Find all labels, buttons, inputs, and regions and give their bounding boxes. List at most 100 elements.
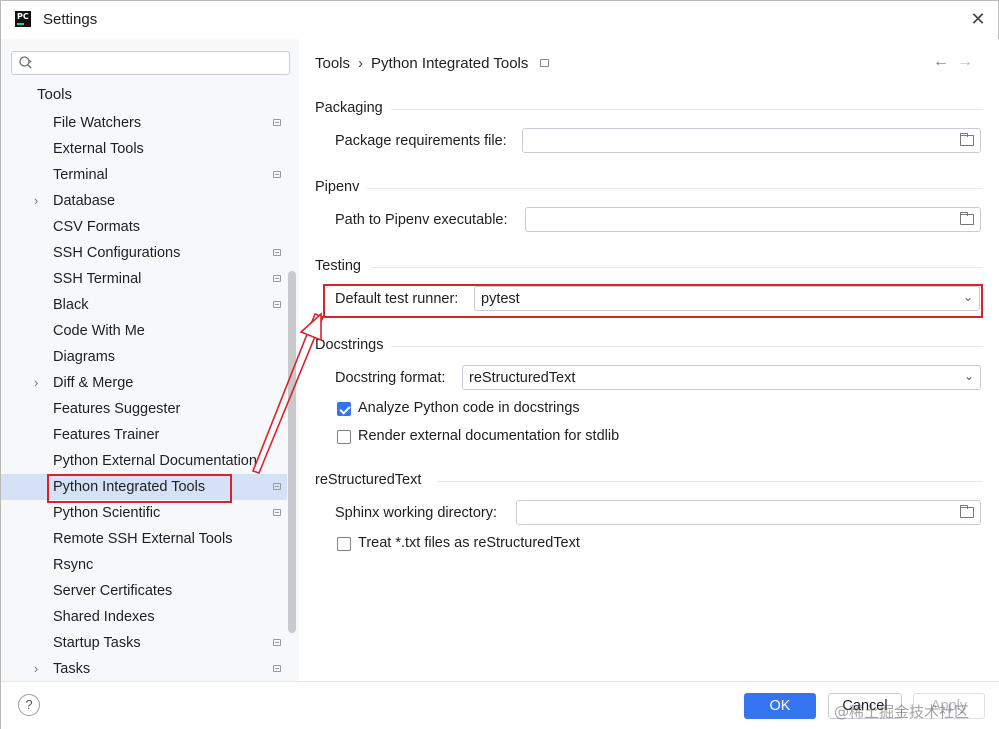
docstrings-section-title: Docstrings	[315, 337, 384, 353]
sidebar-item[interactable]: Code With Me	[1, 318, 287, 344]
sidebar-item-label: Startup Tasks	[53, 635, 141, 651]
project-scope-icon	[540, 59, 550, 67]
chevron-down-icon: ⌄	[962, 290, 973, 304]
pycharm-logo-icon: PC	[15, 11, 31, 27]
project-scope-icon	[273, 249, 281, 256]
render-stdlib-docs-checkbox[interactable]	[337, 430, 351, 444]
sidebar-item[interactable]: Shared Indexes	[1, 604, 287, 630]
sidebar-item[interactable]: Remote SSH External Tools	[1, 526, 287, 552]
sidebar-item-label: File Watchers	[53, 115, 142, 131]
sidebar-item[interactable]: SSH Configurations	[1, 240, 287, 266]
sidebar-item[interactable]: External Tools	[1, 136, 287, 162]
breadcrumb-current: Python Integrated Tools	[371, 55, 529, 72]
pipenv-path-field[interactable]	[525, 207, 981, 232]
settings-sidebar: Tools File Watchers External Tools Termina…	[1, 39, 299, 681]
project-scope-icon	[273, 171, 281, 178]
pipenv-path-label: Path to Pipenv executable:	[335, 212, 508, 228]
sidebar-item[interactable]: Features Trainer	[1, 422, 287, 448]
sidebar-item[interactable]: Startup Tasks	[1, 630, 287, 656]
breadcrumb-parent[interactable]: Tools	[315, 55, 350, 72]
project-scope-icon	[273, 509, 281, 516]
breadcrumb: Tools › Python Integrated Tools	[315, 55, 550, 72]
sidebar-item[interactable]: Black	[1, 292, 287, 318]
sphinx-directory-label: Sphinx working directory:	[335, 505, 497, 521]
title-bar: PC Settings ✕	[1, 1, 998, 39]
sidebar-item-label: Shared Indexes	[53, 609, 155, 625]
sidebar-item-label: Diagrams	[53, 349, 116, 365]
close-icon[interactable]: ✕	[968, 9, 988, 29]
sidebar-item-label: SSH Terminal	[53, 271, 142, 287]
package-requirements-field[interactable]	[522, 128, 981, 153]
navigation-arrows: ← →	[929, 53, 977, 71]
package-requirements-label: Package requirements file:	[335, 133, 507, 149]
sidebar-item-label: SSH Configurations	[53, 245, 181, 261]
sidebar-item[interactable]: › Diff & Merge	[1, 370, 287, 396]
window-title: Settings	[43, 11, 98, 28]
sidebar-item-label: Python Scientific	[53, 505, 161, 521]
project-scope-icon	[273, 483, 281, 490]
docstrings-divider	[391, 346, 983, 347]
restructuredtext-section-title: reStructuredText	[315, 472, 422, 488]
tree-root-tools[interactable]: Tools	[37, 86, 72, 103]
chevron-right-icon[interactable]: ›	[34, 370, 46, 396]
sidebar-item-label: Server Certificates	[53, 583, 173, 599]
sidebar-item[interactable]: Python External Documentation	[1, 448, 287, 474]
watermark: @稀土掘金技术社区	[834, 703, 970, 721]
folder-icon[interactable]	[960, 133, 974, 146]
packaging-divider	[391, 109, 983, 110]
sidebar-item-label: Diff & Merge	[53, 375, 134, 391]
settings-content: Tools › Python Integrated Tools ← → Packagi…	[299, 39, 999, 681]
chevron-down-icon: ⌄	[963, 369, 974, 383]
sidebar-item[interactable]: Server Certificates	[1, 578, 287, 604]
sidebar-item[interactable]: › Tasks	[1, 656, 287, 682]
search-input-box[interactable]	[11, 51, 290, 75]
settings-window: PC Settings ✕ Tools File Watchers Externa…	[0, 0, 999, 729]
docstring-format-dropdown[interactable]: reStructuredText ⌄	[462, 365, 981, 390]
test-runner-dropdown[interactable]: pytest ⌄	[474, 286, 980, 311]
sidebar-item-label: Terminal	[53, 167, 108, 183]
project-scope-icon	[273, 119, 281, 126]
folder-icon[interactable]	[960, 212, 974, 225]
project-scope-icon	[273, 275, 281, 282]
sidebar-item[interactable]: Python Scientific	[1, 500, 287, 526]
sidebar-item[interactable]: Rsync	[1, 552, 287, 578]
project-scope-icon	[273, 665, 281, 672]
help-icon[interactable]: ?	[18, 694, 40, 716]
back-arrow-icon[interactable]: ←	[929, 53, 953, 71]
search-icon	[19, 56, 32, 69]
sidebar-scrollbar[interactable]	[288, 271, 296, 633]
chevron-right-icon[interactable]: ›	[34, 188, 46, 214]
pipenv-divider	[367, 188, 983, 189]
sidebar-item-label: External Tools	[53, 141, 144, 157]
render-stdlib-docs-label: Render external documentation for stdlib	[358, 428, 620, 444]
chevron-right-icon[interactable]: ›	[34, 656, 46, 682]
breadcrumb-separator: ›	[358, 55, 364, 72]
search-input[interactable]	[38, 54, 283, 72]
sphinx-directory-field[interactable]	[516, 500, 981, 525]
sidebar-item-label: Rsync	[53, 557, 94, 573]
analyze-docstrings-checkbox[interactable]	[337, 402, 351, 416]
sidebar-item[interactable]: Features Suggester	[1, 396, 287, 422]
sidebar-item[interactable]: CSV Formats	[1, 214, 287, 240]
pipenv-section-title: Pipenv	[315, 179, 360, 195]
analyze-docstrings-label: Analyze Python code in docstrings	[358, 400, 580, 416]
project-scope-icon	[273, 301, 281, 308]
sidebar-item-label: Remote SSH External Tools	[53, 531, 233, 547]
restructuredtext-divider	[437, 481, 983, 482]
treat-txt-label: Treat *.txt files as reStructuredText	[358, 535, 580, 551]
treat-txt-checkbox[interactable]	[337, 537, 351, 551]
forward-arrow-icon[interactable]: →	[953, 53, 977, 71]
sidebar-item-label: Features Suggester	[53, 401, 181, 417]
sidebar-item[interactable]: File Watchers	[1, 110, 287, 136]
ok-button[interactable]: OK	[744, 693, 816, 719]
folder-icon[interactable]	[960, 505, 974, 518]
sidebar-item-label: Python External Documentation	[53, 453, 257, 469]
test-runner-value: pytest	[481, 291, 520, 307]
sidebar-item[interactable]: Terminal	[1, 162, 287, 188]
sidebar-item[interactable]: › Database	[1, 188, 287, 214]
project-scope-icon	[273, 639, 281, 646]
sidebar-item-label: Code With Me	[53, 323, 145, 339]
sidebar-item[interactable]: Diagrams	[1, 344, 287, 370]
selected-item-annotation-box	[47, 474, 232, 503]
sidebar-item[interactable]: SSH Terminal	[1, 266, 287, 292]
